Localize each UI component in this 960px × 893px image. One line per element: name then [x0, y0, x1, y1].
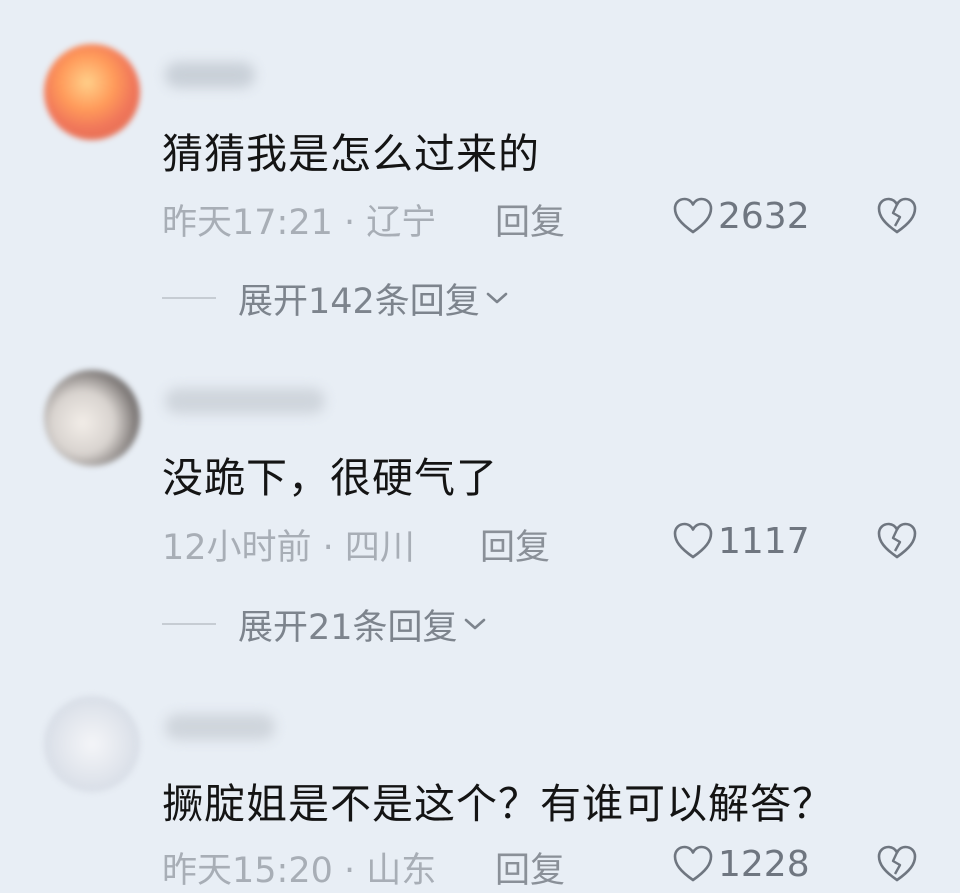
expand-replies[interactable]: 展开142条回复 [162, 276, 510, 322]
like-count: 1117 [718, 520, 810, 562]
comment-text: 没跪下，很硬气了 [162, 454, 498, 502]
expand-replies-label: 展开21条回复 [238, 607, 458, 648]
expand-replies[interactable]: 展开21条回复 [162, 602, 488, 648]
reply-button[interactable]: 回复 [495, 842, 565, 893]
reply-button[interactable]: 回复 [480, 519, 550, 570]
broken-heart-icon[interactable] [876, 521, 918, 561]
like-count: 1228 [718, 843, 810, 885]
chevron-down-icon [464, 618, 485, 630]
like-button[interactable]: 2632 [672, 194, 810, 238]
like-button[interactable]: 1228 [672, 842, 810, 886]
comment-meta: 12小时前 · 四川 [162, 528, 415, 568]
avatar[interactable] [44, 44, 140, 140]
heart-outline-icon [673, 197, 713, 234]
heart-outline-icon [673, 522, 713, 559]
comment-meta: 昨天15:20 · 山东 [162, 851, 437, 891]
avatar[interactable] [44, 696, 140, 792]
divider-line [162, 623, 216, 625]
reply-button[interactable]: 回复 [495, 194, 565, 245]
broken-heart-icon[interactable] [876, 196, 918, 236]
broken-heart-icon[interactable] [876, 844, 918, 884]
username-blurred[interactable] [165, 62, 255, 88]
username-blurred[interactable] [165, 388, 325, 414]
chevron-down-icon [486, 292, 508, 304]
comment-meta: 昨天17:21 · 辽宁 [162, 203, 437, 243]
like-button[interactable]: 1117 [672, 519, 810, 563]
comment-text: 猜猜我是怎么过来的 [162, 130, 540, 178]
avatar[interactable] [44, 370, 140, 466]
divider-line [162, 297, 216, 299]
comment-text: 撅腚姐是不是这个？有谁可以解答？ [162, 780, 834, 828]
heart-outline-icon [673, 845, 713, 882]
username-blurred[interactable] [165, 714, 275, 740]
like-count: 2632 [718, 195, 810, 237]
expand-replies-label: 展开142条回复 [238, 281, 480, 322]
